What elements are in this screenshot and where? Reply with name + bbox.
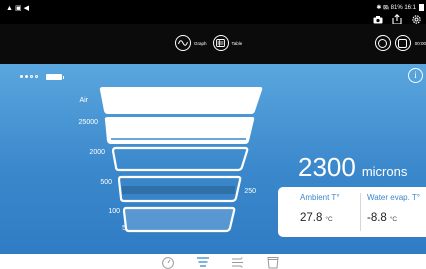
graph-view-button[interactable] [175, 35, 191, 51]
ambient-value: 27.8 [300, 212, 323, 224]
status-text: ✱ ⊠ᵢ 81% 16:1 [376, 5, 416, 11]
level-label-100: 100 [108, 208, 120, 215]
level-label-500: 500 [100, 179, 112, 186]
warning-icon: ▲ [6, 5, 13, 12]
record-button[interactable] [374, 35, 391, 51]
funnel-segment-2000 [111, 146, 249, 172]
water-value: -8.8 [367, 212, 387, 224]
stop-button[interactable] [394, 35, 411, 51]
status-bar: ▲ ▣ ◀ ✱ ⊠ᵢ 81% 16:1 [0, 0, 426, 25]
temperature-card: Ambient T° 27.8 °C Water evap. T° -8.8 °C [278, 187, 426, 237]
water-unit: °C [389, 216, 398, 223]
water-value-row: -8.8 °C [367, 208, 420, 226]
table-view-button[interactable] [212, 35, 229, 51]
ambient-unit: °C [325, 216, 333, 223]
vacuum-gauge-panel: i Air 25000 2000 500 100 5 250 2300 micro… [0, 64, 426, 254]
bottom-nav [0, 254, 426, 269]
table-label[interactable]: Table [232, 41, 243, 46]
level-label-2000: 2000 [89, 149, 105, 156]
graph-icon [178, 40, 188, 46]
graph-label[interactable]: Graph [194, 41, 207, 46]
recording-controls: 00:00 [374, 35, 426, 51]
ambient-label: Ambient T° [300, 193, 340, 202]
vacuum-reading: 2300 microns [298, 152, 407, 183]
view-toggle: Graph Table [175, 35, 245, 51]
camera-icon[interactable] [373, 15, 383, 24]
funnel-segment-25000 [104, 117, 255, 144]
funnel-segment-air [99, 87, 263, 114]
funnel-segment-100 [122, 206, 236, 233]
image-icon: ▣ [14, 5, 22, 12]
card-divider [360, 193, 361, 231]
app-root: ▲ ▣ ◀ ✱ ⊠ᵢ 81% 16:1 Graph Table 00:00 i … [0, 0, 426, 269]
water-label: Water evap. T° [367, 193, 420, 202]
wind-icon[interactable] [231, 256, 245, 269]
level-label-25000: 25000 [78, 119, 98, 126]
level-label-air: Air [79, 97, 88, 104]
toolbar: Graph Table 00:00 [0, 24, 426, 64]
reading-value: 2300 [298, 152, 356, 182]
stop-icon [398, 38, 408, 48]
target-label-250: 250 [244, 188, 256, 195]
status-left-icons: ▲ ▣ ◀ [6, 5, 29, 12]
water-evap-temp: Water evap. T° -8.8 °C [367, 193, 420, 226]
funnel-icon[interactable] [196, 256, 210, 269]
timer-readout: 00:00 [414, 40, 426, 46]
status-right: ✱ ⊠ᵢ 81% 16:1 [376, 4, 424, 11]
level-label-5: 5 [122, 225, 126, 232]
ambient-temp: Ambient T° 27.8 °C [300, 193, 340, 226]
ambient-value-row: 27.8 °C [300, 208, 340, 226]
bucket-icon[interactable] [266, 256, 280, 269]
battery-icon [419, 4, 424, 11]
reading-unit: microns [361, 164, 408, 179]
timer-icon[interactable] [161, 256, 175, 269]
link-icon: ◀ [23, 5, 29, 12]
table-icon [216, 39, 225, 47]
record-icon [378, 38, 388, 48]
